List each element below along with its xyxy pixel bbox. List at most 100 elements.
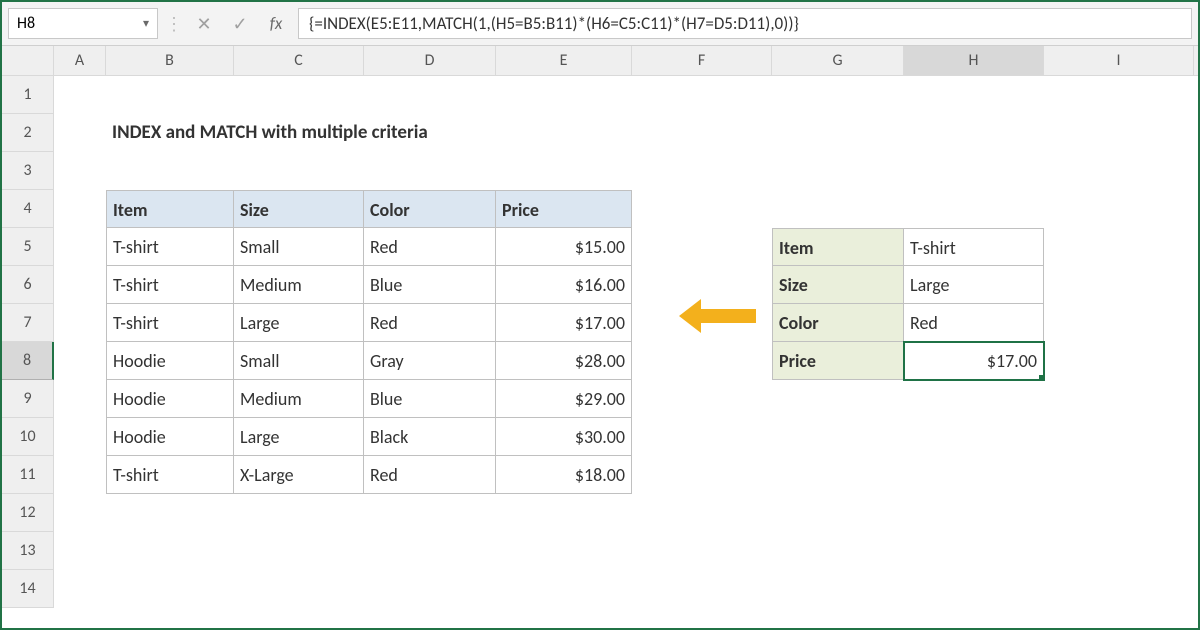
col-header-H[interactable]: H	[904, 46, 1044, 75]
cell-H7[interactable]: Red	[904, 304, 1044, 342]
cell-B6[interactable]: T-shirt	[106, 266, 234, 304]
cell-C13[interactable]	[234, 532, 364, 570]
cell-G6[interactable]: Size	[772, 266, 904, 304]
cell-C12[interactable]	[234, 494, 364, 532]
row-header-2[interactable]: 2	[2, 114, 54, 152]
confirm-icon[interactable]: ✓	[222, 2, 258, 45]
cell-H13[interactable]	[904, 532, 1044, 570]
cell-E1[interactable]	[496, 76, 632, 114]
cell-B3[interactable]	[106, 152, 234, 190]
cell-D6[interactable]: Blue	[364, 266, 496, 304]
cell-E10[interactable]: $30.00	[496, 418, 632, 456]
cell-B1[interactable]	[106, 76, 234, 114]
col-header-I[interactable]: I	[1044, 46, 1194, 75]
row-header-5[interactable]: 5	[2, 228, 54, 266]
cell-D10[interactable]: Black	[364, 418, 496, 456]
cell-F8[interactable]	[632, 342, 772, 380]
cell-B12[interactable]	[106, 494, 234, 532]
cell-A7[interactable]	[54, 304, 106, 342]
cell-H6[interactable]: Large	[904, 266, 1044, 304]
cell-D11[interactable]: Red	[364, 456, 496, 494]
cell-G3[interactable]	[772, 152, 904, 190]
cell-E5[interactable]: $15.00	[496, 228, 632, 266]
cell-E3[interactable]	[496, 152, 632, 190]
cell-F12[interactable]	[632, 494, 772, 532]
cell-I2[interactable]	[1044, 114, 1194, 152]
cell-C1[interactable]	[234, 76, 364, 114]
cell-D13[interactable]	[364, 532, 496, 570]
cell-F10[interactable]	[632, 418, 772, 456]
cell-B13[interactable]	[106, 532, 234, 570]
cell-G2[interactable]	[772, 114, 904, 152]
cell-A3[interactable]	[54, 152, 106, 190]
cell-C10[interactable]: Large	[234, 418, 364, 456]
col-header-E[interactable]: E	[496, 46, 632, 75]
cell-I12[interactable]	[1044, 494, 1194, 532]
cell-G14[interactable]	[772, 570, 904, 608]
cell-A2[interactable]	[54, 114, 106, 152]
cell-C8[interactable]: Small	[234, 342, 364, 380]
cell-H14[interactable]	[904, 570, 1044, 608]
cell-C7[interactable]: Large	[234, 304, 364, 342]
cell-H11[interactable]	[904, 456, 1044, 494]
cell-F2[interactable]	[632, 114, 772, 152]
cell-A13[interactable]	[54, 532, 106, 570]
cell-I5[interactable]	[1044, 228, 1194, 266]
cell-A8[interactable]	[54, 342, 106, 380]
cell-E12[interactable]	[496, 494, 632, 532]
cell-B2-title[interactable]: INDEX and MATCH with multiple criteria	[106, 114, 632, 152]
col-header-B[interactable]: B	[106, 46, 234, 75]
cell-B11[interactable]: T-shirt	[106, 456, 234, 494]
cell-G8[interactable]: Price	[772, 342, 904, 380]
row-header-6[interactable]: 6	[2, 266, 54, 304]
cell-A14[interactable]	[54, 570, 106, 608]
cell-E14[interactable]	[496, 570, 632, 608]
cell-G9[interactable]	[772, 380, 904, 418]
cell-C4[interactable]: Size	[234, 190, 364, 228]
cell-D5[interactable]: Red	[364, 228, 496, 266]
col-header-F[interactable]: F	[632, 46, 772, 75]
cell-E7[interactable]: $17.00	[496, 304, 632, 342]
cell-I11[interactable]	[1044, 456, 1194, 494]
col-header-A[interactable]: A	[54, 46, 106, 75]
cell-H12[interactable]	[904, 494, 1044, 532]
cell-I10[interactable]	[1044, 418, 1194, 456]
cell-C11[interactable]: X-Large	[234, 456, 364, 494]
cell-G12[interactable]	[772, 494, 904, 532]
cell-D14[interactable]	[364, 570, 496, 608]
cell-D7[interactable]: Red	[364, 304, 496, 342]
cell-F4[interactable]	[632, 190, 772, 228]
cell-F5[interactable]	[632, 228, 772, 266]
cell-B14[interactable]	[106, 570, 234, 608]
row-header-4[interactable]: 4	[2, 190, 54, 228]
row-header-9[interactable]: 9	[2, 380, 54, 418]
fx-icon[interactable]: fx	[258, 2, 294, 45]
cell-I1[interactable]	[1044, 76, 1194, 114]
cell-A1[interactable]	[54, 76, 106, 114]
cell-F1[interactable]	[632, 76, 772, 114]
cell-B4[interactable]: Item	[106, 190, 234, 228]
cell-D3[interactable]	[364, 152, 496, 190]
cell-D9[interactable]: Blue	[364, 380, 496, 418]
col-header-D[interactable]: D	[364, 46, 496, 75]
cell-A10[interactable]	[54, 418, 106, 456]
cell-A9[interactable]	[54, 380, 106, 418]
dropdown-icon[interactable]: ▾	[143, 16, 149, 31]
cell-E6[interactable]: $16.00	[496, 266, 632, 304]
cell-D1[interactable]	[364, 76, 496, 114]
cell-A4[interactable]	[54, 190, 106, 228]
cell-B10[interactable]: Hoodie	[106, 418, 234, 456]
cell-G7[interactable]: Color	[772, 304, 904, 342]
col-header-C[interactable]: C	[234, 46, 364, 75]
cell-H8-selected[interactable]: $17.00	[904, 342, 1044, 380]
name-box[interactable]: H8 ▾	[8, 8, 158, 39]
cell-E8[interactable]: $28.00	[496, 342, 632, 380]
cell-F13[interactable]	[632, 532, 772, 570]
cell-I4[interactable]	[1044, 190, 1194, 228]
cell-A12[interactable]	[54, 494, 106, 532]
cell-F3[interactable]	[632, 152, 772, 190]
cell-I8[interactable]	[1044, 342, 1194, 380]
cell-H9[interactable]	[904, 380, 1044, 418]
cell-B9[interactable]: Hoodie	[106, 380, 234, 418]
cell-H3[interactable]	[904, 152, 1044, 190]
